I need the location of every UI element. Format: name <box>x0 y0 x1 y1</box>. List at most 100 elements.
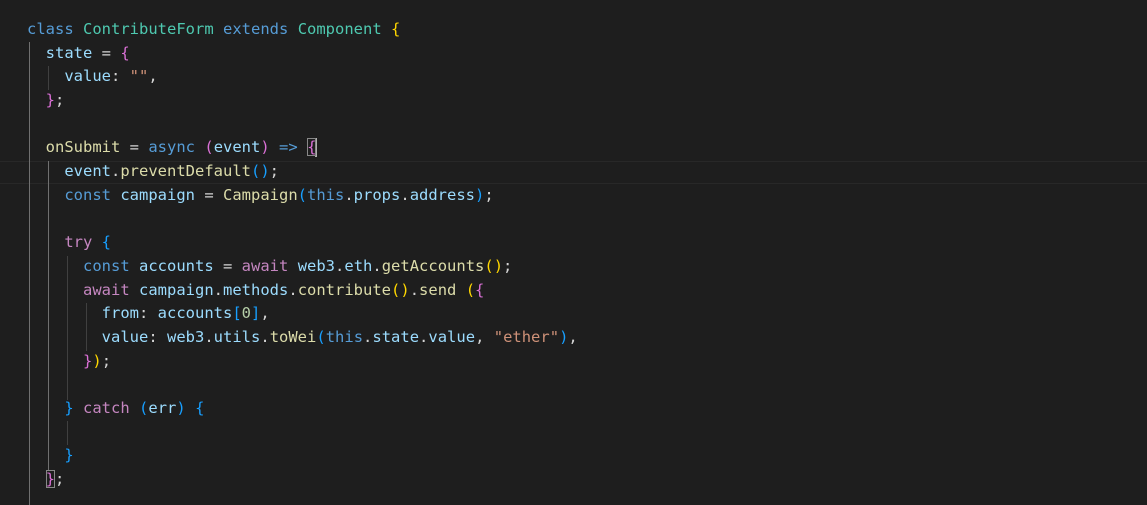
code-token: address <box>409 185 476 204</box>
code-line[interactable]: try { <box>27 231 578 255</box>
code-token: . <box>400 185 410 204</box>
code-line[interactable] <box>27 208 578 232</box>
code-line[interactable]: await campaign.methods.contribute().send… <box>27 279 578 303</box>
code-token: ; <box>55 91 65 110</box>
code-line[interactable]: const campaign = Campaign(this.props.add… <box>27 184 578 208</box>
code-token: props <box>353 185 401 204</box>
code-token: } <box>64 446 74 465</box>
code-lines[interactable]: class ContributeForm extends Component {… <box>27 18 578 492</box>
code-token: ; <box>269 162 280 181</box>
code-editor[interactable]: class ContributeForm extends Component {… <box>0 0 1147 505</box>
code-token: this <box>307 185 345 204</box>
code-token: await <box>241 256 289 275</box>
code-line[interactable]: event.preventDefault(); <box>27 160 578 184</box>
code-token: ; <box>484 185 494 204</box>
code-line[interactable] <box>27 113 578 137</box>
code-token: event <box>64 162 111 181</box>
code-token: async <box>148 138 195 157</box>
code-line[interactable]: from: accounts[0], <box>27 302 578 326</box>
code-token: . <box>288 280 298 299</box>
code-token: : <box>148 327 167 346</box>
code-token: => <box>279 138 298 157</box>
code-token: value <box>101 327 149 346</box>
code-token: onSubmit <box>45 138 121 157</box>
code-line[interactable]: class ContributeForm extends Component { <box>27 18 578 42</box>
code-token: ; <box>101 351 112 370</box>
code-token: . <box>213 280 224 299</box>
code-token: value <box>64 67 111 86</box>
code-token: : <box>111 67 130 86</box>
code-token: ) <box>475 185 485 204</box>
code-line[interactable]: }; <box>27 468 578 492</box>
code-token: ] <box>251 304 261 323</box>
code-token: class <box>27 20 74 38</box>
code-token: utils <box>213 327 261 346</box>
code-line[interactable]: const accounts = await web3.eth.getAccou… <box>27 255 578 279</box>
code-token: campaign <box>139 280 214 299</box>
code-token: send <box>419 280 457 299</box>
text-cursor <box>315 138 318 158</box>
code-line[interactable] <box>27 373 578 397</box>
code-token: = <box>92 43 121 62</box>
code-token: [ <box>232 304 242 323</box>
code-line[interactable]: value: web3.utils.toWei(this.state.value… <box>27 326 578 350</box>
code-token: { <box>475 280 485 299</box>
code-line[interactable]: state = { <box>27 42 578 66</box>
code-token: this <box>325 327 364 346</box>
code-token: "" <box>129 67 149 86</box>
code-line[interactable] <box>27 421 578 445</box>
code-line[interactable]: } catch (err) { <box>27 397 578 421</box>
code-token: 0 <box>241 304 251 323</box>
code-line[interactable]: } <box>27 444 578 468</box>
code-token: from <box>101 304 139 323</box>
code-token: . <box>335 256 345 275</box>
code-token: . <box>111 162 121 181</box>
code-token: preventDefault <box>120 162 251 181</box>
code-token: . <box>260 327 270 346</box>
code-token: ( <box>297 185 307 204</box>
code-token: ContributeForm <box>83 20 214 38</box>
code-token: , <box>148 67 158 86</box>
code-token: ( <box>465 280 476 299</box>
code-token: try <box>64 233 93 252</box>
code-token: . <box>204 327 214 346</box>
code-token: = <box>120 138 149 157</box>
code-token: web3 <box>167 327 205 346</box>
code-token: accounts <box>139 256 214 275</box>
code-token: err <box>148 399 177 417</box>
code-line[interactable]: onSubmit = async (event) => { <box>27 136 578 160</box>
code-token: event <box>213 138 261 157</box>
code-token: { <box>195 399 205 417</box>
code-token: { <box>101 233 112 252</box>
code-token: const <box>64 185 111 204</box>
code-line[interactable]: value: "", <box>27 65 578 89</box>
code-token: . <box>419 327 429 346</box>
code-token: catch <box>83 399 130 417</box>
code-token: web3 <box>297 256 336 275</box>
code-token: } <box>45 470 56 489</box>
code-line[interactable]: }); <box>27 350 578 374</box>
code-token: "ether" <box>493 327 560 346</box>
code-token: Campaign <box>223 185 298 204</box>
code-token: state <box>45 43 93 62</box>
code-token: . <box>363 327 373 346</box>
code-line[interactable]: }; <box>27 89 578 113</box>
code-token: } <box>83 351 93 370</box>
